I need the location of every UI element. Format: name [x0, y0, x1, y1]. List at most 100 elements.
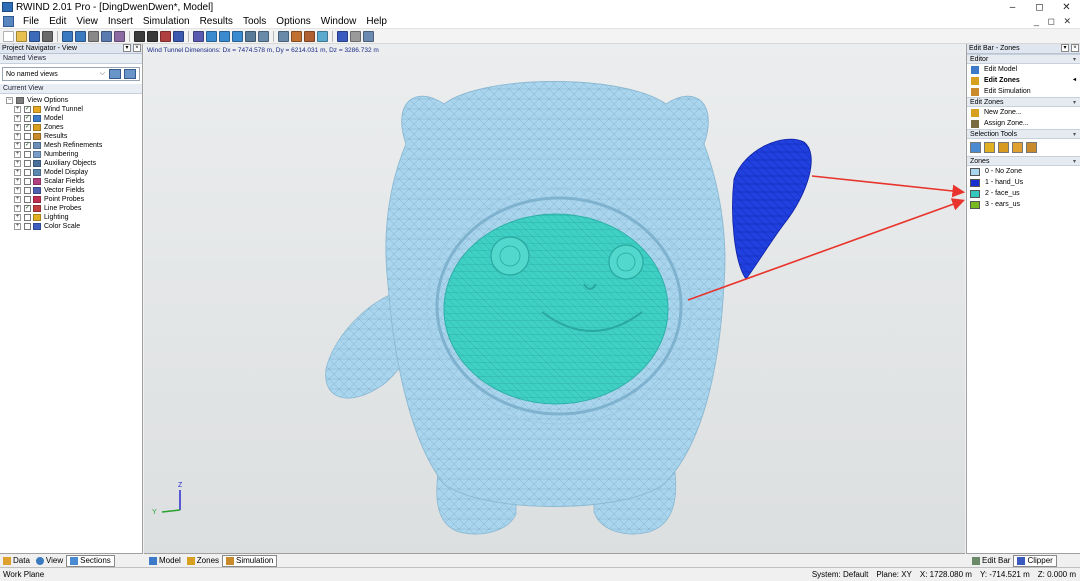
close-icon[interactable]: × — [133, 44, 141, 52]
expand-icon[interactable]: + — [14, 115, 21, 122]
tree-item[interactable]: + ✓ Zones — [6, 123, 142, 132]
tree-item[interactable]: + ✓ Model — [6, 114, 142, 123]
manage-views-icon[interactable] — [124, 69, 136, 79]
menu-help[interactable]: Help — [361, 16, 392, 27]
tree-item[interactable]: + Lighting — [6, 213, 142, 222]
expand-icon[interactable]: + — [14, 196, 21, 203]
maximize-button[interactable]: ◻ — [1026, 2, 1053, 13]
tab-data[interactable]: Data — [0, 555, 33, 567]
menu-file[interactable]: File — [18, 16, 44, 27]
tab-sections[interactable]: Sections — [66, 554, 115, 567]
expand-icon[interactable]: + — [14, 151, 21, 158]
chevron-down-icon[interactable]: ▾ — [1073, 98, 1076, 106]
print-icon[interactable] — [42, 30, 53, 42]
tree-checkbox[interactable]: ✓ — [24, 106, 31, 113]
rotate-icon[interactable] — [258, 30, 269, 42]
tree-item[interactable]: + ✓ Mesh Refinements — [6, 141, 142, 150]
view-iso-icon[interactable] — [193, 30, 204, 42]
edit-model-item[interactable]: Edit Model — [967, 64, 1080, 75]
expand-icon[interactable]: + — [14, 124, 21, 131]
menu-tools[interactable]: Tools — [238, 16, 271, 27]
tree-item[interactable]: + Point Probes — [6, 195, 142, 204]
chevron-down-icon[interactable]: ▾ — [1073, 157, 1076, 165]
select-zone-icon[interactable] — [984, 142, 995, 153]
expand-icon[interactable]: + — [14, 187, 21, 194]
pan-icon[interactable] — [278, 30, 289, 42]
probe-icon[interactable] — [173, 30, 184, 42]
redo-icon[interactable] — [75, 30, 86, 42]
view-side-icon[interactable] — [232, 30, 243, 42]
tree-checkbox[interactable] — [24, 223, 31, 230]
view-front-icon[interactable] — [219, 30, 230, 42]
tree-checkbox[interactable]: ✓ — [24, 124, 31, 131]
open-icon[interactable] — [16, 30, 27, 42]
tree-item[interactable]: + Numbering — [6, 150, 142, 159]
chevron-down-icon[interactable]: ▾ — [1073, 130, 1076, 138]
menu-window[interactable]: Window — [316, 16, 362, 27]
tree-checkbox[interactable] — [24, 133, 31, 140]
zone-item[interactable]: 1 - hand_Us — [967, 177, 1080, 188]
zone-item[interactable]: 0 - No Zone — [967, 166, 1080, 177]
mesh-icon[interactable] — [160, 30, 171, 42]
zones-section-header[interactable]: Zones ▾ — [967, 156, 1080, 166]
edit-zones-item[interactable]: Edit Zones ◂ — [967, 75, 1080, 86]
zone-item[interactable]: 3 - ears_us — [967, 199, 1080, 210]
expand-icon[interactable]: + — [14, 133, 21, 140]
new-icon[interactable] — [3, 30, 14, 42]
menu-view[interactable]: View — [71, 16, 103, 27]
selection-tools-section-header[interactable]: Selection Tools ▾ — [967, 129, 1080, 139]
tree-item[interactable]: + ✓ Wind Tunnel — [6, 105, 142, 114]
copy-icon[interactable] — [101, 30, 112, 42]
tree-checkbox[interactable]: ✓ — [24, 205, 31, 212]
pin-icon[interactable]: ▾ — [1061, 44, 1069, 52]
tree-item[interactable]: + Results — [6, 132, 142, 141]
tab-edit-bar[interactable]: Edit Bar — [969, 555, 1013, 567]
chevron-down-icon[interactable]: ⌵ — [100, 70, 105, 78]
select-face-icon[interactable] — [998, 142, 1009, 153]
tree-checkbox[interactable] — [24, 178, 31, 185]
tree-checkbox[interactable]: ✓ — [24, 142, 31, 149]
undo-icon[interactable] — [62, 30, 73, 42]
tree-checkbox[interactable] — [24, 196, 31, 203]
zoom-all-icon[interactable] — [245, 30, 256, 42]
status-plane[interactable]: Plane: XY — [876, 570, 912, 579]
tree-item[interactable]: + Auxiliary Objects — [6, 159, 142, 168]
paste-icon[interactable] — [114, 30, 125, 42]
tree-item[interactable]: + Scalar Fields — [6, 177, 142, 186]
hand-zone[interactable] — [732, 138, 812, 280]
settings-icon[interactable] — [363, 30, 374, 42]
expand-icon[interactable]: + — [14, 169, 21, 176]
edit-zones-section-header[interactable]: Edit Zones ▾ — [967, 97, 1080, 107]
cut-icon[interactable] — [88, 30, 99, 42]
edit-simulation-item[interactable]: Edit Simulation — [967, 86, 1080, 97]
3d-viewport[interactable]: Wind Tunnel Dimensions: Dx = 7474.578 m,… — [144, 44, 965, 553]
editor-section-header[interactable]: Editor ▾ — [967, 54, 1080, 64]
tree-item[interactable]: + Color Scale — [6, 222, 142, 231]
expand-icon[interactable]: + — [14, 160, 21, 167]
mascot-model[interactable] — [325, 81, 726, 535]
tree-checkbox[interactable]: ✓ — [24, 115, 31, 122]
zone-item[interactable]: 2 - face_us — [967, 188, 1080, 199]
menu-results[interactable]: Results — [195, 16, 238, 27]
tab-zones[interactable]: Zones — [184, 555, 222, 567]
tree-item[interactable]: + Vector Fields — [6, 186, 142, 195]
grid-icon[interactable] — [350, 30, 361, 42]
tree-checkbox[interactable] — [24, 169, 31, 176]
save-icon[interactable] — [29, 30, 40, 42]
expand-icon[interactable]: + — [14, 178, 21, 185]
render-icon[interactable] — [291, 30, 302, 42]
menu-edit[interactable]: Edit — [44, 16, 71, 27]
zone-icon[interactable] — [147, 30, 158, 42]
color-icon[interactable] — [304, 30, 315, 42]
tree-checkbox[interactable] — [24, 214, 31, 221]
close-button[interactable]: ✕ — [1053, 2, 1080, 13]
tree-item[interactable]: − View Options — [6, 96, 142, 105]
menu-simulation[interactable]: Simulation — [138, 16, 195, 27]
tree-checkbox[interactable] — [24, 160, 31, 167]
expand-icon[interactable]: − — [6, 97, 13, 104]
assign-zone-item[interactable]: Assign Zone... — [967, 118, 1080, 129]
pin-icon[interactable]: ▾ — [123, 44, 131, 52]
expand-icon[interactable]: + — [14, 142, 21, 149]
tab-clipper[interactable]: Clipper — [1013, 554, 1057, 567]
menu-insert[interactable]: Insert — [103, 16, 138, 27]
